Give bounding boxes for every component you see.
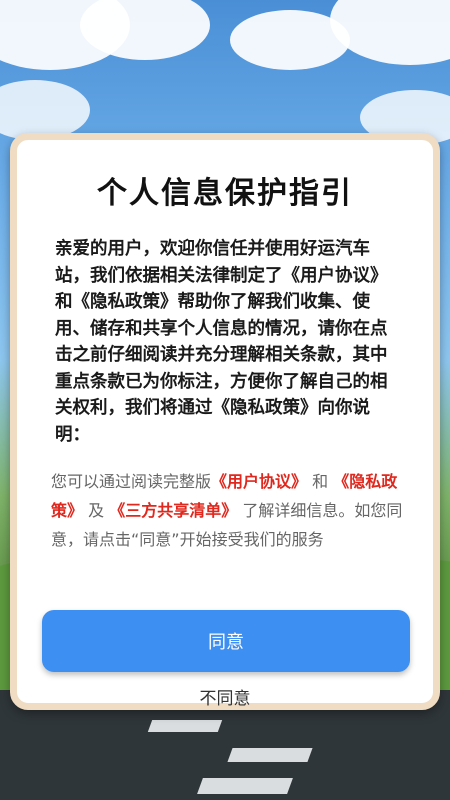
note-part-1: 您可以通过阅读完整版 — [51, 472, 212, 491]
crosswalk-stripe-3 — [197, 778, 293, 794]
user-agreement-link[interactable]: 《用户协议》 — [211, 472, 307, 491]
note-part-3: 及 — [88, 501, 105, 520]
agree-button[interactable]: 同意 — [42, 610, 410, 672]
privacy-dialog: 个人信息保护指引 亲爱的用户，欢迎你信任并使用好运汽车站，我们依据相关法律制定了… — [10, 133, 440, 710]
cloud-5 — [0, 80, 90, 140]
note-text: 您可以通过阅读完整版《用户协议》 和 《隐私政策》 及 《三方共享清单》 了解详… — [51, 467, 403, 554]
third-party-list-link[interactable]: 《三方共享清单》 — [109, 501, 237, 520]
crosswalk-stripe-2 — [227, 748, 313, 762]
crosswalk-stripe-1 — [147, 720, 223, 732]
disagree-button[interactable]: 不同意 — [17, 684, 433, 709]
cloud-4 — [330, 0, 450, 65]
intro-text: 亲爱的用户，欢迎你信任并使用好运汽车站，我们依据相关法律制定了《用户协议》和《隐… — [55, 239, 388, 445]
dialog-title: 个人信息保护指引 — [97, 176, 353, 211]
note-part-2: 和 — [312, 472, 329, 491]
